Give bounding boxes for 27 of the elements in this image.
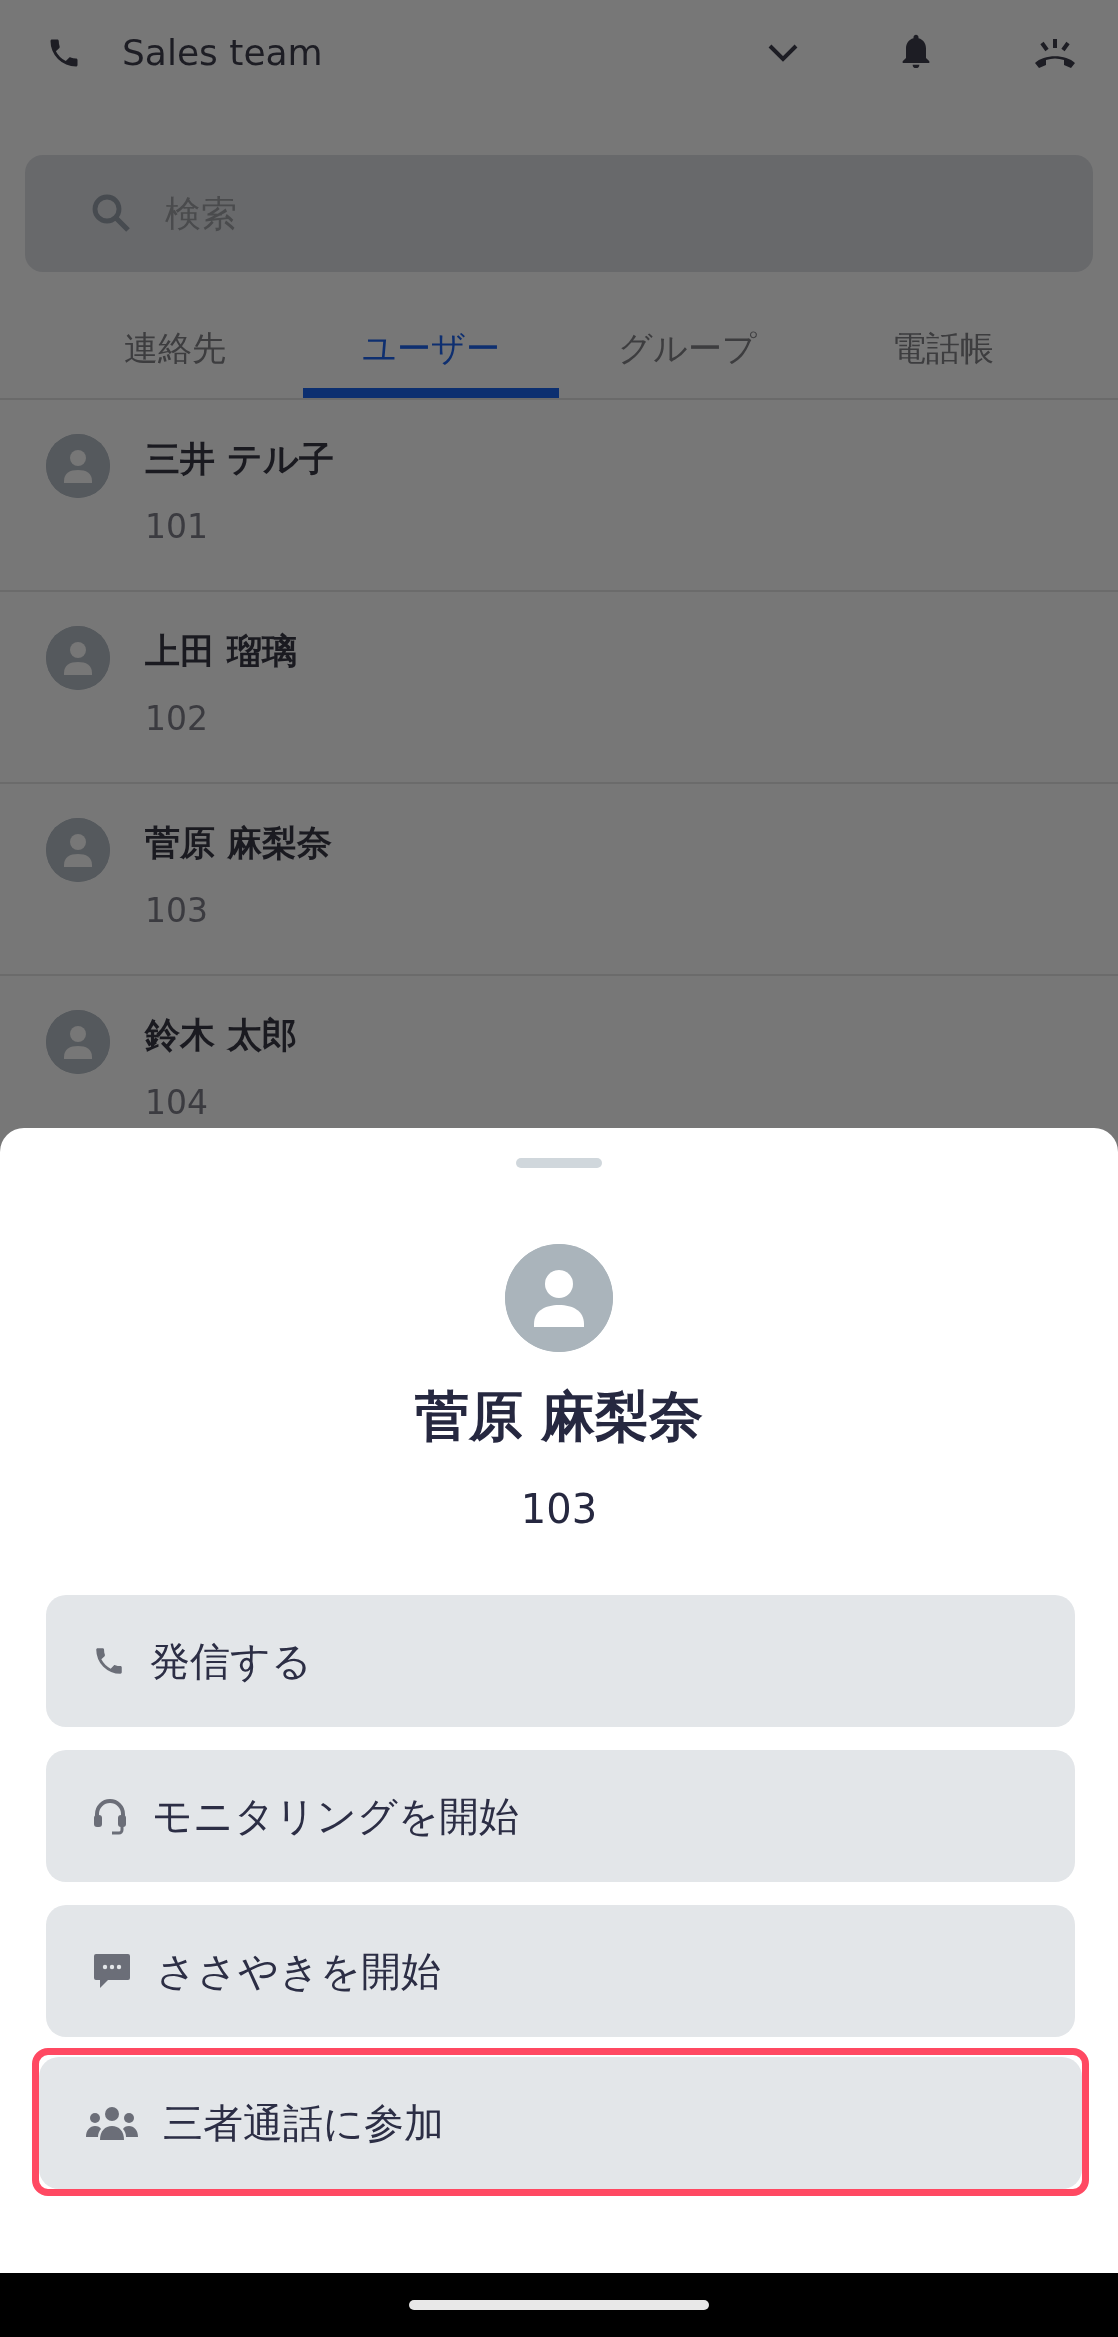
people-icon [85,2105,139,2141]
user-extension: 103 [145,890,209,932]
user-row[interactable]: 三井 テル子 101 [0,400,1118,592]
action-button[interactable]: 三者通話に参加 [39,2057,1082,2189]
user-extension: 102 [145,698,209,740]
action-button[interactable]: 発信する [46,1595,1075,1727]
action-button[interactable]: モニタリングを開始 [46,1750,1075,1882]
tab[interactable]: 連絡先 [47,300,303,398]
user-name: 鈴木 太郎 [145,1014,298,1056]
user-row[interactable]: 菅原 麻梨奈 103 [0,784,1118,976]
drag-handle[interactable] [516,1158,602,1168]
team-title: Sales team [122,30,323,75]
user-name: 三井 テル子 [145,438,335,480]
contact-name: 菅原 麻梨奈 [413,1384,705,1450]
user-name: 上田 瑠璃 [145,630,298,672]
tab[interactable]: ユーザー [303,300,559,398]
chat-icon [92,1951,132,1991]
tab[interactable]: グループ [559,300,815,398]
user-row[interactable]: 上田 瑠璃 102 [0,592,1118,784]
user-name: 菅原 麻梨奈 [145,822,333,864]
tab[interactable]: 電話帳 [815,300,1071,398]
user-extension: 104 [145,1082,209,1124]
headset-icon [92,1796,128,1836]
avatar-icon [505,1244,613,1352]
user-extension: 101 [145,506,209,548]
action-button[interactable]: ささやきを開始 [46,1905,1075,2037]
contact-extension: 103 [519,1485,599,1534]
